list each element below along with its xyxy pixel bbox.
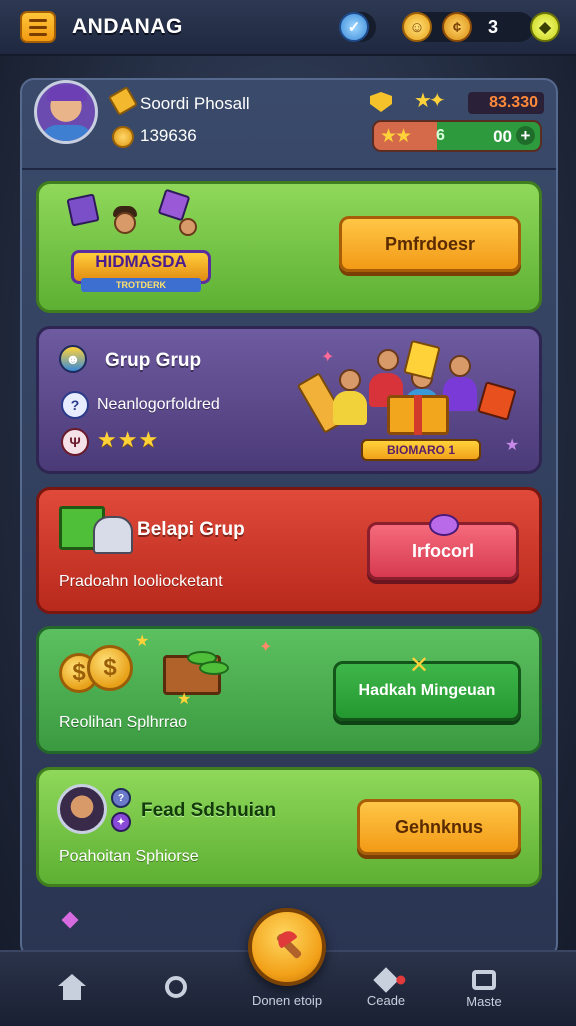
character-body — [333, 391, 367, 425]
group-stars: ★★★ — [97, 427, 160, 452]
red-card-title: Belapi Grup — [137, 519, 245, 540]
progress-level: 6 — [436, 127, 445, 144]
friend-avatar[interactable] — [57, 784, 107, 834]
leaf-icon — [199, 661, 229, 675]
rewards-card[interactable]: $ $ ★ ★ ✦ Reolihan Splhrrao Hadkah Minge… — [36, 626, 542, 754]
coin-icon: $ — [87, 645, 133, 691]
gem-heart-icon — [373, 966, 408, 993]
ticket-icon — [107, 85, 139, 117]
profile-strip: Soordi Phosall 139636 ★✦ 83.330 ★★ 6 00 … — [22, 80, 556, 170]
character-head — [114, 212, 136, 234]
avatar-cap — [47, 85, 87, 101]
nav-master[interactable]: Maste — [452, 952, 516, 1026]
profile-card[interactable]: ? ✦ Fead Sdshuian Poahoitan Sphiorse Geh… — [36, 767, 542, 887]
center-action-label: Donen etoip — [251, 993, 323, 1008]
rank-stars-icon: ★✦ — [414, 90, 446, 112]
gold-coin-icon[interactable]: ¢ — [442, 12, 472, 42]
gem-icon[interactable]: ◆ — [530, 12, 560, 42]
coin-icon — [112, 126, 134, 148]
character-head — [179, 218, 197, 236]
card-chip-icon — [66, 193, 100, 227]
event-ribbon: TROTDERK — [81, 278, 201, 292]
nav-create-label: Ceade — [366, 992, 406, 1008]
sparkle-icon: ★ — [505, 437, 520, 454]
card-chip-icon — [157, 188, 191, 222]
badge-icon[interactable]: ✓ — [339, 12, 369, 42]
home-icon — [58, 974, 86, 1000]
menu-icon — [29, 18, 47, 22]
progress-box[interactable]: ★★ 6 00 + — [372, 120, 542, 152]
group-banner: BIOMARO 1 — [361, 439, 481, 461]
nav-search[interactable] — [144, 952, 208, 1026]
character-head — [377, 349, 399, 371]
menu-icon-line — [29, 32, 47, 36]
player-name: Soordi Phosall — [140, 94, 250, 113]
menu-icon-line — [29, 25, 47, 29]
event-play-button[interactable]: Pmfrdoesr — [339, 216, 521, 272]
nav-home[interactable] — [40, 952, 104, 1026]
rewards-subtitle: Reolihan Splhrrao — [59, 714, 188, 731]
group-card[interactable]: ☻ Grup Grup ? Neanlogorfoldred Ψ ★★★ BIO… — [36, 326, 542, 474]
smile-coin-icon[interactable]: ☺ — [402, 12, 432, 42]
player-coins: 139636 — [140, 126, 197, 145]
nav-master-label: Maste — [466, 993, 502, 1009]
creature-icon — [93, 516, 133, 554]
avatar-shirt — [41, 125, 93, 141]
resource-value: 3 — [488, 17, 499, 37]
top-bar: ANDANAG ✓ ☺ ¢ 3 ◆ — [0, 0, 576, 56]
avatar[interactable] — [34, 80, 98, 144]
friend-rank-icon: ✦ — [111, 812, 131, 832]
shield-icon — [370, 92, 392, 112]
nav-create[interactable]: Ceade — [344, 952, 428, 1026]
red-group-card[interactable]: Belapi Grup Pradoahn Iooliocketant Irfoc… — [36, 487, 542, 614]
sparkle-icon: ★ — [135, 633, 150, 650]
search-gear-icon — [165, 976, 187, 998]
progress-stars: ★★ — [380, 126, 412, 147]
group-title: Grup Grup — [105, 350, 202, 371]
profile-card-button[interactable]: Gehnknus — [357, 799, 521, 855]
cross-icon: ✕ — [409, 652, 430, 679]
sparkle-icon: ★ — [177, 691, 192, 708]
card-chip-icon — [403, 339, 441, 381]
friend-badge-icon: ? — [111, 788, 131, 808]
gem-icon — [429, 514, 459, 536]
character-head — [449, 355, 471, 377]
trophy-icon: Ψ — [61, 428, 89, 456]
center-action-button[interactable] — [248, 908, 326, 986]
screen-icon — [472, 969, 496, 990]
red-card-subtitle: Pradoahn Iooliocketant — [59, 573, 223, 590]
menu-button[interactable] — [20, 11, 56, 43]
sparkle-icon: ✦ — [321, 349, 335, 366]
group-icon: ☻ — [59, 345, 87, 373]
plus-icon[interactable]: + — [516, 126, 535, 145]
score-display: 83.330 — [468, 92, 544, 114]
profile-card-subtitle: Poahoitan Sphiorse — [59, 848, 199, 865]
profile-card-title: Fead Sdshuian — [141, 800, 277, 821]
progress-value: 00 — [493, 127, 512, 146]
info-icon: ? — [61, 391, 89, 419]
event-card[interactable]: HIDMASDA TROTDERK Pmfrdoesr — [36, 181, 542, 313]
sparkle-icon: ✦ — [259, 639, 273, 656]
gift-box-icon — [387, 395, 449, 435]
character-head — [339, 369, 361, 391]
card-chip-icon — [477, 381, 517, 421]
app-title: ANDANAG — [72, 15, 183, 38]
group-subtitle: Neanlogorfoldred — [97, 396, 220, 413]
